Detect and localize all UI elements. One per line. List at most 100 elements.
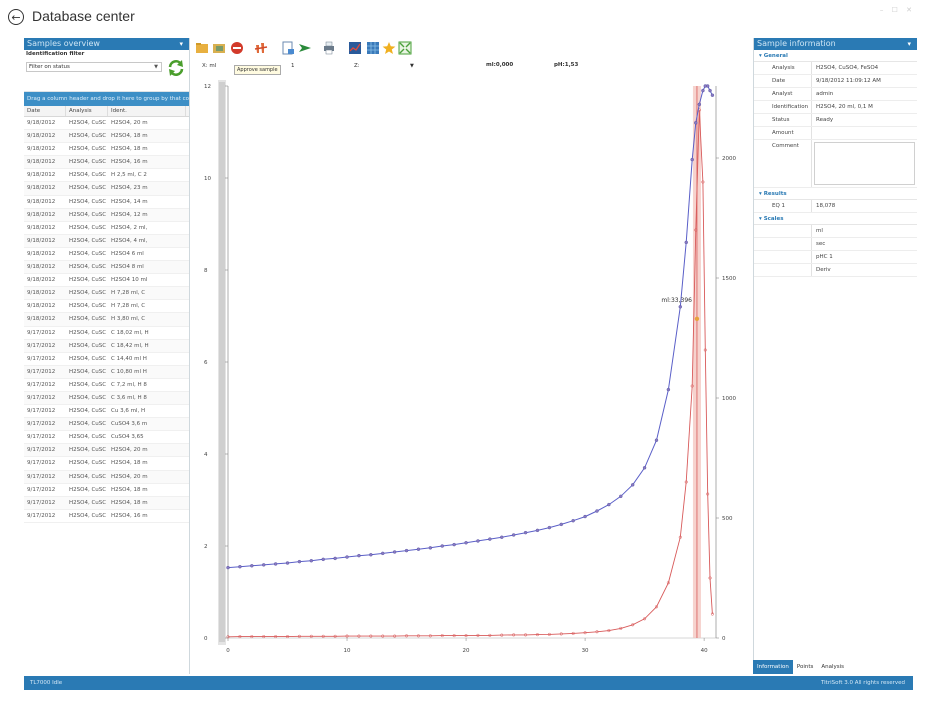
table-row[interactable]: 9/17/2012 H2SO4, CuSC H2SO4, 18 m — [24, 496, 189, 510]
tab-analysis[interactable]: Analysis — [817, 660, 848, 674]
scale-row[interactable]: pHC 1 — [754, 251, 917, 264]
cell-analysis: H2SO4, CuSC — [69, 447, 107, 454]
scale-row[interactable]: Deriv — [754, 264, 917, 277]
table-row[interactable]: 9/17/2012 H2SO4, CuSC H2SO4, 20 m — [24, 444, 189, 458]
cell-analysis: H2SO4, CuSC — [69, 303, 107, 310]
scale-row[interactable]: sec — [754, 238, 917, 251]
table-row[interactable]: 9/17/2012 H2SO4, CuSC CuSO4 3,65 — [24, 431, 189, 445]
table-row[interactable]: 9/17/2012 H2SO4, CuSC C 14,40 ml H — [24, 353, 189, 366]
table-row[interactable]: 9/17/2012 H2SO4, CuSC C 18,42 ml, H — [24, 339, 189, 353]
table-row[interactable]: 9/18/2012 H2SO4, CuSC H2SO4, 12 m — [24, 208, 189, 222]
general-section-label: General — [763, 53, 788, 59]
titration-point — [535, 528, 540, 533]
property-key: Date — [768, 75, 812, 87]
scale-row[interactable]: ml — [754, 225, 917, 238]
table-row[interactable]: 9/18/2012 H2SO4, CuSC H2SO4, 2 ml, — [24, 222, 189, 235]
titration-chart[interactable]: 121086420 2000150010005000 0 10 20 30 40 ml:… — [192, 76, 750, 672]
table-row[interactable]: 9/18/2012 H2SO4, CuSC H 7,28 ml, C — [24, 300, 189, 314]
toolbar — [192, 38, 752, 58]
pin-icon[interactable]: ▾ — [179, 38, 183, 50]
export-arrow-icon[interactable] — [298, 41, 312, 55]
table-row[interactable]: 9/18/2012 H2SO4, CuSC H 2,5 ml, C 2 — [24, 169, 189, 183]
table-row[interactable]: 9/18/2012 H2SO4, CuSC H2SO4, 4 ml, — [24, 234, 189, 248]
cell-date: 9/17/2012 — [27, 473, 56, 480]
cell-analysis: H2SO4, CuSC — [69, 499, 107, 506]
table-row[interactable]: 9/18/2012 H2SO4, CuSC H2SO4, 14 m — [24, 196, 189, 209]
general-section[interactable]: ▾ General — [754, 50, 917, 62]
table-row[interactable]: 9/18/2012 H2SO4, CuSC H2SO4, 16 m — [24, 156, 189, 170]
table-view-icon[interactable] — [366, 41, 380, 55]
window-controls[interactable]: – ☐ ✕ — [880, 6, 915, 14]
tab-information[interactable]: Information — [753, 660, 793, 674]
title-bar: ← Database center – ☐ ✕ — [0, 0, 927, 34]
titration-point — [511, 533, 516, 537]
chevron-down-icon[interactable]: ▼ — [410, 63, 414, 69]
print-icon[interactable] — [322, 41, 336, 55]
table-row[interactable]: 9/17/2012 H2SO4, CuSC C 3,6 ml, H 8 — [24, 391, 189, 406]
folder-grid-icon[interactable] — [212, 41, 226, 55]
results-section[interactable]: ▾ Results — [754, 188, 917, 200]
table-row[interactable]: 9/18/2012 H2SO4, CuSC H 3,80 ml, C — [24, 313, 189, 327]
cell-date: 9/18/2012 — [27, 133, 56, 140]
cell-analysis: H2SO4, CuSC — [69, 224, 107, 231]
column-header-ident[interactable]: Ident. — [108, 106, 186, 116]
table-row[interactable]: 9/18/2012 H2SO4, CuSC H2SO4, 18 m — [24, 130, 189, 144]
cell-ident: H2SO4 6 ml — [111, 250, 144, 257]
titration-point — [321, 557, 325, 562]
reject-icon[interactable] — [230, 41, 244, 55]
status-filter-select[interactable]: Filter on status ▼ — [26, 62, 162, 72]
refresh-icon[interactable] — [167, 59, 185, 77]
table-row[interactable]: 9/17/2012 H2SO4, CuSC C 18,02 ml, H — [24, 327, 189, 340]
property-value: H2SO4, 20 ml, 0,1 M — [816, 104, 873, 110]
scales-section[interactable]: ▾ Scales — [754, 213, 917, 225]
table-row[interactable]: 9/17/2012 H2SO4, CuSC H2SO4, 20 m — [24, 470, 189, 484]
table-row[interactable]: 9/17/2012 H2SO4, CuSC H2SO4, 18 m — [24, 484, 189, 497]
table-row[interactable]: 9/17/2012 H2SO4, CuSC H2SO4, 16 m — [24, 510, 189, 523]
samples-table-body: 9/18/2012 H2SO4, CuSC H2SO4, 20 m 9/18/2012… — [24, 117, 189, 523]
y1-selector[interactable]: 1 — [291, 63, 295, 69]
cell-ident: H2SO4, 12 m — [111, 211, 148, 218]
table-row[interactable]: 9/18/2012 H2SO4, CuSC H2SO4, 20 m — [24, 117, 189, 131]
z-axis-selector[interactable]: Z: — [354, 63, 360, 69]
titration-point — [583, 514, 587, 519]
chart-view-icon[interactable] — [348, 41, 362, 55]
back-arrow-icon[interactable]: ← — [8, 9, 24, 25]
property-value[interactable] — [814, 142, 915, 185]
fit-zoom-icon[interactable] — [398, 41, 412, 55]
right-tick-label: 1500 — [722, 276, 736, 282]
endpoint-marker[interactable] — [694, 316, 700, 321]
x-axis-unit-label[interactable]: X: ml — [202, 63, 216, 69]
table-row[interactable]: 9/17/2012 H2SO4, CuSC H2SO4, 18 m — [24, 457, 189, 471]
table-row[interactable]: 9/17/2012 H2SO4, CuSC Cu 3,6 ml, H — [24, 405, 189, 419]
titration-point — [571, 519, 575, 523]
document-icon[interactable] — [281, 41, 295, 55]
table-row[interactable]: 9/18/2012 H2SO4, CuSC H2SO4 6 ml — [24, 248, 189, 262]
cell-analysis: H2SO4, CuSC — [69, 408, 107, 415]
table-row[interactable]: 9/17/2012 H2SO4, CuSC C 7,2 ml, H 8 — [24, 379, 189, 392]
cell-ident: C 7,2 ml, H 8 — [111, 381, 147, 388]
left-scrollbar-thumb[interactable] — [219, 82, 225, 642]
group-drag-hint[interactable]: Drag a column header and drop it here to… — [24, 92, 189, 106]
cell-date: 9/18/2012 — [27, 264, 56, 271]
column-header-date[interactable]: Date — [24, 106, 66, 116]
approve-sample-icon[interactable] — [254, 41, 268, 55]
table-row[interactable]: 9/18/2012 H2SO4, CuSC H2SO4 8 ml — [24, 261, 189, 275]
table-row[interactable]: 9/18/2012 H2SO4, CuSC H2SO4, 23 m — [24, 182, 189, 196]
table-row[interactable]: 9/17/2012 H2SO4, CuSC CuSO4 3,6 m — [24, 418, 189, 432]
scale-key — [768, 225, 812, 237]
cell-ident: H 3,80 ml, C — [111, 316, 146, 323]
tab-points[interactable]: Points — [793, 660, 818, 674]
table-row[interactable]: 9/18/2012 H2SO4, CuSC H2SO4, 18 m — [24, 143, 189, 157]
favorite-star-icon[interactable] — [382, 41, 396, 55]
pin-icon[interactable]: ▾ — [907, 38, 911, 50]
cell-date: 9/17/2012 — [27, 421, 56, 428]
titration-point — [464, 541, 468, 545]
table-row[interactable]: 9/17/2012 H2SO4, CuSC C 10,80 ml H — [24, 365, 189, 379]
open-folder-icon[interactable] — [195, 41, 209, 55]
titration-point — [369, 553, 373, 557]
table-row[interactable]: 9/18/2012 H2SO4, CuSC H 7,28 ml, C — [24, 287, 189, 301]
property-value[interactable] — [812, 127, 816, 139]
cell-ident: C 18,42 ml, H — [111, 342, 149, 349]
table-row[interactable]: 9/18/2012 H2SO4, CuSC H2SO4 10 ml — [24, 274, 189, 288]
column-header-analysis[interactable]: Analysis — [66, 106, 108, 116]
